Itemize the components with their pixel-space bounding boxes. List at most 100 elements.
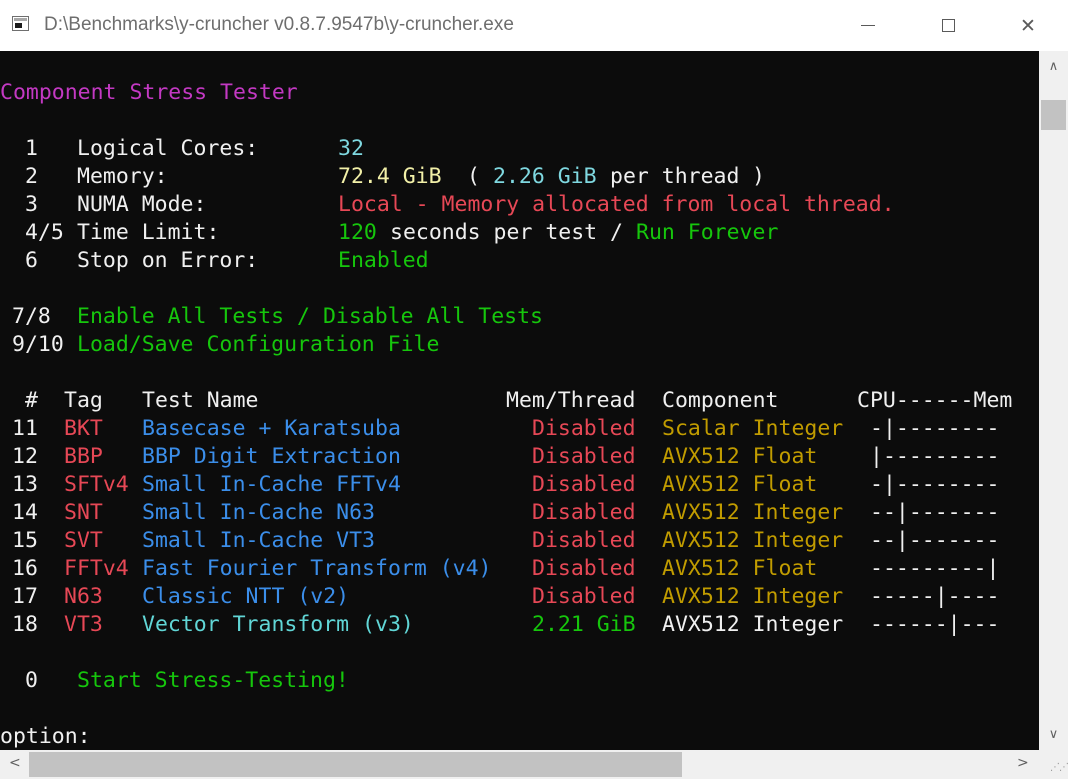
- action-row: 7/8 Enable All Tests / Disable All Tests: [0, 304, 543, 332]
- col-tag-header: Tag: [64, 388, 103, 413]
- maximize-button[interactable]: [908, 0, 988, 51]
- row-cpu-mem-bar: ---------|: [870, 556, 1000, 581]
- setting-row: 6 Stop on Error: Enabled: [0, 248, 429, 276]
- paren-open: (: [467, 164, 480, 189]
- scroll-down-icon[interactable]: ∨: [1039, 727, 1068, 742]
- setting-value: Local - Memory allocated from local thre…: [338, 192, 895, 217]
- row-tag: SNT: [64, 500, 103, 525]
- setting-value: 72.4 GiB: [338, 164, 442, 189]
- option-key: 6: [25, 248, 38, 273]
- row-num: 16: [12, 556, 38, 581]
- start-label: Start Stress-Testing!: [77, 668, 349, 693]
- row-component: AVX512 Integer: [662, 528, 844, 553]
- row-tag: SVT: [64, 528, 103, 553]
- setting-label: Logical Cores:: [77, 136, 259, 161]
- row-test-name: Small In-Cache FFTv4: [142, 472, 401, 497]
- setting-row: 3 NUMA Mode: Local - Memory allocated fr…: [0, 192, 895, 220]
- option-key: 4/5: [25, 220, 64, 245]
- row-num: 15: [12, 528, 38, 553]
- console-output[interactable]: Component Stress Tester 1 Logical Cores:…: [0, 51, 1039, 750]
- start-row: 0 Start Stress-Testing!: [0, 668, 349, 696]
- option-key: 2: [25, 164, 38, 189]
- resize-grip-icon[interactable]: ⋰⋰: [1050, 762, 1068, 773]
- scroll-right-icon[interactable]: >: [1017, 755, 1029, 771]
- table-row: 12 BBP BBP Digit Extraction Disabled AVX…: [0, 444, 999, 472]
- row-tag: VT3: [64, 612, 103, 637]
- option-key: 0: [25, 668, 38, 693]
- row-num: 14: [12, 500, 38, 525]
- close-icon: ✕: [1020, 14, 1036, 37]
- prompt-line[interactable]: option:: [0, 724, 91, 750]
- setting-row: 2 Memory: 72.4 GiB ( 2.26 GiB per thread…: [0, 164, 765, 192]
- row-num: 17: [12, 584, 38, 609]
- row-mem: Disabled: [532, 500, 636, 525]
- row-component: AVX512 Float: [662, 444, 818, 469]
- row-cpu-mem-bar: ------|---: [870, 612, 1000, 637]
- row-tag: BBP: [64, 444, 103, 469]
- table-row: 11 BKT Basecase + Karatsuba Disabled Sca…: [0, 416, 999, 444]
- setting-value: 32: [338, 136, 364, 161]
- horizontal-scroll-thumb[interactable]: [29, 752, 682, 777]
- row-cpu-mem-bar: -|--------: [870, 416, 1000, 441]
- setting-value: Enabled: [338, 248, 429, 273]
- row-test-name: Small In-Cache VT3: [142, 528, 375, 553]
- row-component: AVX512 Float: [662, 556, 818, 581]
- row-tag: SFTv4: [64, 472, 129, 497]
- horizontal-scrollbar[interactable]: < >: [0, 750, 1068, 779]
- row-mem: Disabled: [532, 472, 636, 497]
- col-cpu-mem-header: CPU------Mem: [857, 388, 1013, 413]
- row-tag: FFTv4: [64, 556, 129, 581]
- table-row: 16 FFTv4 Fast Fourier Transform (v4) Dis…: [0, 556, 999, 584]
- col-component-header: Component: [662, 388, 779, 413]
- option-key: 1: [25, 136, 38, 161]
- page-title: Component Stress Tester: [0, 80, 298, 105]
- row-test-name: Small In-Cache N63: [142, 500, 375, 525]
- row-test-name: Basecase + Karatsuba: [142, 416, 401, 441]
- setting-label: Memory:: [77, 164, 168, 189]
- minimize-icon: [861, 25, 875, 26]
- table-row: 14 SNT Small In-Cache N63 Disabled AVX51…: [0, 500, 999, 528]
- setting-row: 1 Logical Cores: 32: [0, 136, 364, 164]
- setting-value-per-thread: 2.26 GiB: [493, 164, 597, 189]
- row-num: 18: [12, 612, 38, 637]
- row-test-name: Fast Fourier Transform (v4): [142, 556, 492, 581]
- option-key: 9/10: [12, 332, 64, 357]
- row-cpu-mem-bar: --|-------: [870, 500, 1000, 525]
- close-button[interactable]: ✕: [988, 0, 1068, 51]
- option-key: 3: [25, 192, 38, 217]
- setting-label: NUMA Mode:: [77, 192, 207, 217]
- row-mem: Disabled: [532, 528, 636, 553]
- vertical-scroll-thumb[interactable]: [1041, 100, 1066, 130]
- minimize-button[interactable]: [828, 0, 908, 51]
- scroll-left-icon[interactable]: <: [9, 755, 21, 771]
- row-mem: Disabled: [532, 584, 636, 609]
- table-header: # Tag Test Name Mem/Thread Component CPU…: [0, 388, 1012, 416]
- title-bar[interactable]: D:\Benchmarks\y-cruncher v0.8.7.9547b\y-…: [0, 0, 1068, 51]
- setting-suffix: per thread: [610, 164, 740, 189]
- row-mem: Disabled: [532, 556, 636, 581]
- action-row: 9/10 Load/Save Configuration File: [0, 332, 439, 360]
- row-num: 12: [12, 444, 38, 469]
- vertical-scrollbar[interactable]: ∧ ∨: [1039, 51, 1068, 750]
- maximize-icon: [941, 19, 955, 32]
- row-test-name: Vector Transform (v3): [142, 612, 414, 637]
- console-app-icon: [12, 16, 29, 31]
- scroll-up-icon[interactable]: ∧: [1039, 59, 1068, 74]
- row-component: AVX512 Integer: [662, 584, 844, 609]
- row-mem: Disabled: [532, 444, 636, 469]
- setting-row: 4/5 Time Limit: 120 seconds per test / R…: [0, 220, 778, 248]
- row-cpu-mem-bar: -----|----: [870, 584, 1000, 609]
- row-component: AVX512 Integer: [662, 612, 844, 637]
- option-prompt: option:: [0, 724, 91, 749]
- setting-label: Time Limit:: [77, 220, 220, 245]
- window-title: D:\Benchmarks\y-cruncher v0.8.7.9547b\y-…: [44, 14, 514, 35]
- row-test-name: Classic NTT (v2): [142, 584, 350, 609]
- table-row: 13 SFTv4 Small In-Cache FFTv4 Disabled A…: [0, 472, 999, 500]
- row-num: 13: [12, 472, 38, 497]
- header-line: Component Stress Tester: [0, 80, 298, 108]
- row-component: AVX512 Integer: [662, 500, 844, 525]
- row-cpu-mem-bar: -|--------: [870, 472, 1000, 497]
- setting-value-alt: Run Forever: [636, 220, 779, 245]
- row-test-name: BBP Digit Extraction: [142, 444, 401, 469]
- row-cpu-mem-bar: |---------: [870, 444, 1000, 469]
